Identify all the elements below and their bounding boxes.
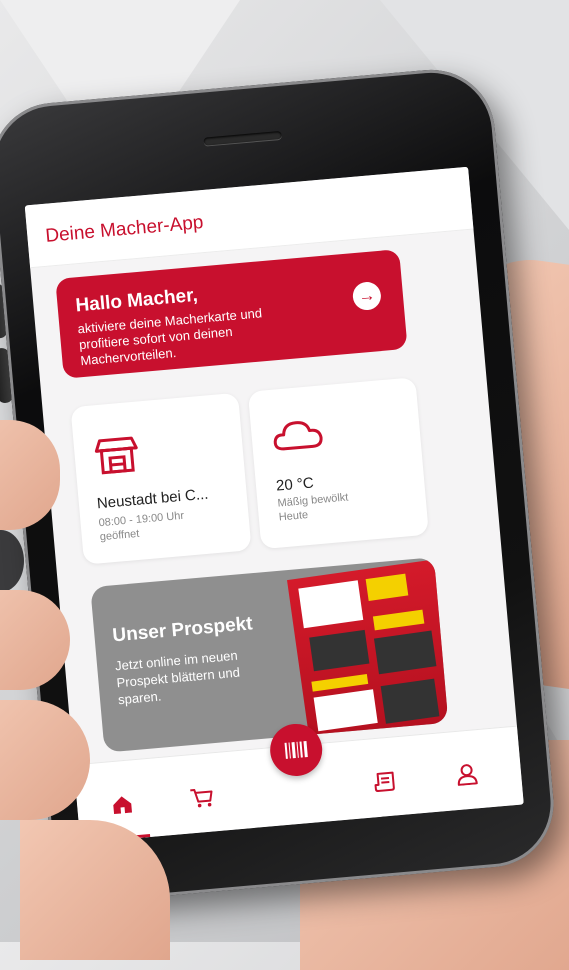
barcode-icon [284, 741, 308, 759]
receipt-icon [374, 771, 395, 792]
weather-description: Mäßig bewölkt [277, 491, 349, 510]
store-name: Neustadt bei C... [96, 485, 210, 513]
store-icon [94, 436, 138, 475]
weather-card[interactable]: 20 °C Mäßig bewölkt Heute [247, 377, 429, 550]
brochure-image [287, 559, 449, 749]
temperature: 20 °C [275, 474, 315, 495]
phone: Deine Macher-App Hallo Macher, aktiviere… [0, 64, 559, 906]
store-card[interactable]: Neustadt bei C... 08:00 - 19:00 Uhr geöf… [70, 392, 252, 565]
app-title: Deine Macher-App [44, 212, 205, 247]
nav-home[interactable] [104, 788, 140, 821]
prospekt-card[interactable]: Unser Prospekt Jetzt online im neuen Pro… [90, 557, 449, 753]
arrow-right-icon[interactable]: → [351, 280, 383, 312]
nav-cart[interactable] [184, 781, 220, 814]
activate-card-banner[interactable]: Hallo Macher, aktiviere deine Macherkart… [55, 249, 408, 379]
nav-profile[interactable] [449, 758, 485, 791]
cart-icon [190, 788, 213, 808]
store-status: geöffnet [99, 527, 140, 544]
nav-receipts[interactable] [367, 765, 403, 798]
prospekt-text: Jetzt online im neuen Prospekt blättern … [114, 647, 241, 708]
cloud-icon [273, 421, 323, 451]
prospekt-title: Unser Prospekt [111, 613, 254, 647]
home-icon [113, 796, 133, 815]
app-screen: Deine Macher-App Hallo Macher, aktiviere… [24, 166, 524, 844]
weather-day: Heute [278, 509, 309, 524]
store-hours: 08:00 - 19:00 Uhr [98, 509, 185, 530]
user-icon [457, 764, 478, 786]
